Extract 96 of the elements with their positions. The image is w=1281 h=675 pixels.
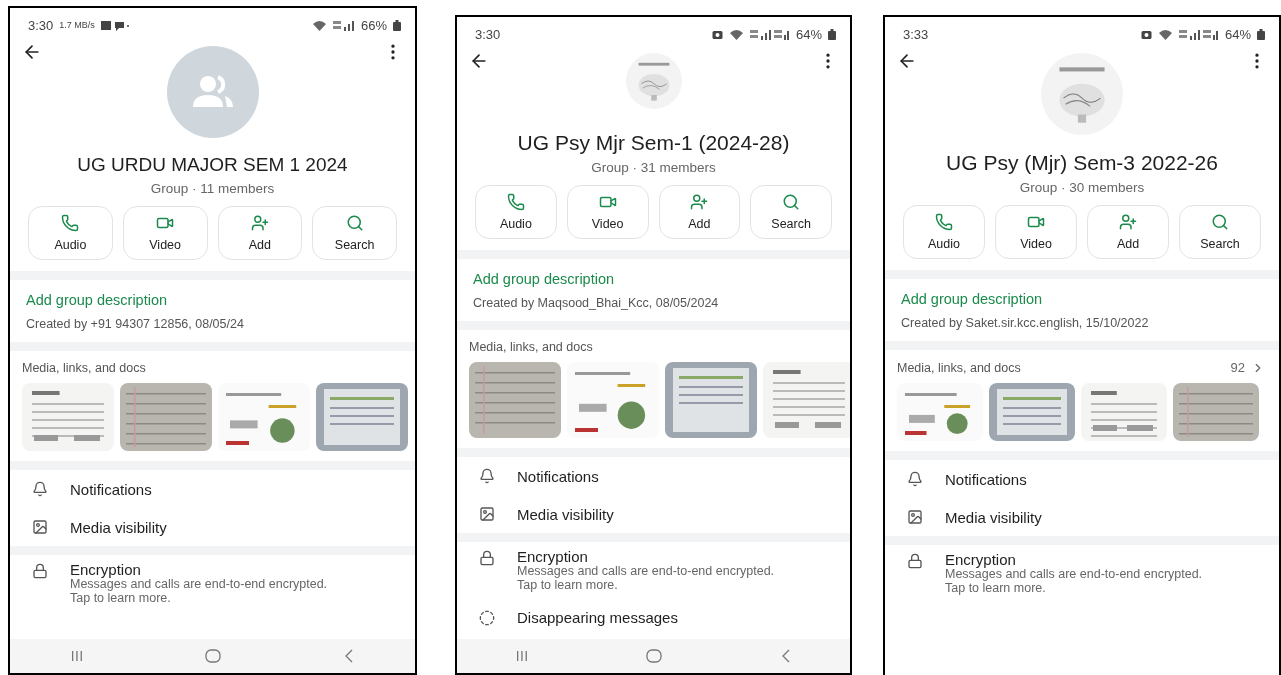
- group-subtitle: Group · 31 members: [590, 160, 717, 175]
- group-name: UG URDU MAJOR SEM 1 2024: [76, 154, 349, 176]
- audio-button[interactable]: Audio: [903, 205, 985, 259]
- search-button[interactable]: Search: [312, 206, 397, 260]
- bell-icon: [907, 471, 923, 487]
- battery-icon: [828, 28, 836, 40]
- settings-title: Disappearing messages: [517, 609, 678, 626]
- status-time: 3:30: [28, 17, 54, 33]
- settings-title: Media visibility: [70, 518, 167, 536]
- search-icon: [1211, 213, 1229, 231]
- settings-item[interactable]: Media visibility: [10, 508, 415, 546]
- media-section-title: Media, links, and docs: [469, 340, 593, 354]
- audio-button[interactable]: Audio: [475, 185, 557, 239]
- status-time: 3:33: [903, 26, 929, 42]
- image-icon: [32, 519, 48, 535]
- network-speed: 1.7 MB/s: [59, 20, 95, 30]
- back-nav-icon[interactable]: [343, 649, 354, 663]
- camera-icon: [711, 28, 723, 40]
- audio-button[interactable]: Audio: [28, 206, 113, 260]
- created-by-text: Created by +91 94307 12856, 08/05/24: [26, 317, 245, 331]
- status-time: 3:30: [475, 26, 501, 42]
- person-add-icon: [250, 214, 269, 232]
- settings-subtitle: Messages and calls are end-to-end encrypted. Tap to learn more.: [517, 565, 776, 593]
- recent-apps-icon[interactable]: [71, 650, 84, 662]
- settings-title: Media visibility: [945, 508, 1042, 526]
- settings-item[interactable]: Notifications: [10, 470, 415, 508]
- add-button[interactable]: Add: [217, 206, 303, 260]
- settings-title: Media visibility: [517, 505, 614, 523]
- add-description-link[interactable]: Add group description: [26, 292, 168, 308]
- settings-title: Encryption: [517, 548, 588, 565]
- media-section-title: Media, links, and docs: [22, 361, 146, 375]
- search-button[interactable]: Search: [750, 185, 832, 239]
- signal-icon: [749, 28, 790, 40]
- video-button[interactable]: Video: [122, 206, 208, 260]
- settings-item[interactable]: Notifications: [457, 457, 850, 495]
- lock-icon: [479, 550, 495, 566]
- settings-item[interactable]: Encryption Messages and calls are end-to-end encrypted. Tap to learn more.: [457, 542, 850, 599]
- battery-level: 64%: [795, 26, 822, 42]
- video-button[interactable]: Video: [566, 185, 649, 239]
- settings-item[interactable]: Encryption Messages and calls are end-to-end encrypted. Tap to learn more.: [885, 545, 1279, 602]
- settings-item[interactable]: Disappearing messages: [457, 598, 850, 637]
- battery-icon: [393, 19, 401, 31]
- settings-item[interactable]: Media visibility: [885, 498, 1279, 536]
- search-button[interactable]: Search: [1179, 205, 1261, 259]
- settings-item[interactable]: Encryption Messages and calls are end-to-end encrypted. Tap to learn more.: [10, 555, 415, 612]
- created-by-text: Created by Saket.sir.kcc.english, 15/10/2022: [901, 316, 1150, 330]
- lock-icon: [907, 553, 923, 569]
- settings-title: Notifications: [945, 470, 1027, 488]
- wifi-icon: [311, 19, 327, 31]
- group-icon: [190, 75, 235, 109]
- app-notification-icon: [100, 19, 129, 31]
- created-by-text: Created by Maqsood_Bhai_Kcc, 08/05/2024: [473, 296, 720, 310]
- settings-subtitle: Messages and calls are end-to-end encrypted. Tap to learn more.: [945, 568, 1204, 596]
- phone-icon: [935, 213, 953, 231]
- settings-subtitle: Messages and calls are end-to-end encrypted. Tap to learn more.: [70, 578, 329, 606]
- settings-title: Notifications: [517, 467, 599, 485]
- add-button[interactable]: Add: [1087, 205, 1169, 259]
- person-add-icon: [1119, 213, 1137, 231]
- settings-title: Encryption: [945, 551, 1016, 568]
- recent-apps-icon[interactable]: [516, 650, 529, 662]
- wifi-icon: [728, 28, 744, 40]
- settings-item[interactable]: Media visibility: [457, 495, 850, 533]
- video-button[interactable]: Video: [995, 205, 1077, 259]
- media-section-title: Media, links, and docs: [897, 360, 1021, 375]
- settings-item[interactable]: Notifications: [885, 460, 1279, 498]
- group-subtitle: Group · 11 members: [149, 181, 276, 196]
- search-icon: [782, 193, 801, 211]
- image-icon: [907, 509, 923, 525]
- battery-level: 66%: [360, 17, 387, 33]
- media-count[interactable]: 92: [1230, 360, 1245, 375]
- camera-icon: [1140, 28, 1152, 40]
- battery-icon: [1257, 28, 1265, 40]
- signal-icon: [332, 19, 355, 31]
- group-name: UG Psy (Mjr) Sem-3 2022-26: [945, 151, 1219, 175]
- phone-icon: [506, 193, 525, 211]
- bell-icon: [32, 481, 48, 497]
- image-icon: [479, 506, 495, 522]
- add-description-link[interactable]: Add group description: [901, 291, 1043, 307]
- settings-title: Encryption: [70, 561, 141, 578]
- add-button[interactable]: Add: [658, 185, 741, 239]
- back-nav-icon[interactable]: [780, 649, 791, 663]
- lock-icon: [32, 563, 48, 579]
- add-description-link[interactable]: Add group description: [473, 271, 615, 287]
- search-icon: [345, 214, 364, 232]
- wifi-icon: [1157, 28, 1173, 40]
- home-icon[interactable]: [205, 649, 222, 663]
- group-subtitle: Group · 30 members: [1018, 180, 1146, 195]
- battery-level: 64%: [1224, 26, 1251, 42]
- settings-title: Notifications: [70, 480, 152, 498]
- bell-icon: [479, 468, 495, 484]
- group-name: UG Psy Mjr Sem-1 (2024-28): [516, 131, 791, 155]
- person-add-icon: [690, 193, 709, 211]
- phone-icon: [61, 214, 80, 232]
- signal-icon: [1178, 28, 1219, 40]
- home-icon[interactable]: [646, 649, 663, 663]
- dashed-circle-icon: [479, 609, 495, 626]
